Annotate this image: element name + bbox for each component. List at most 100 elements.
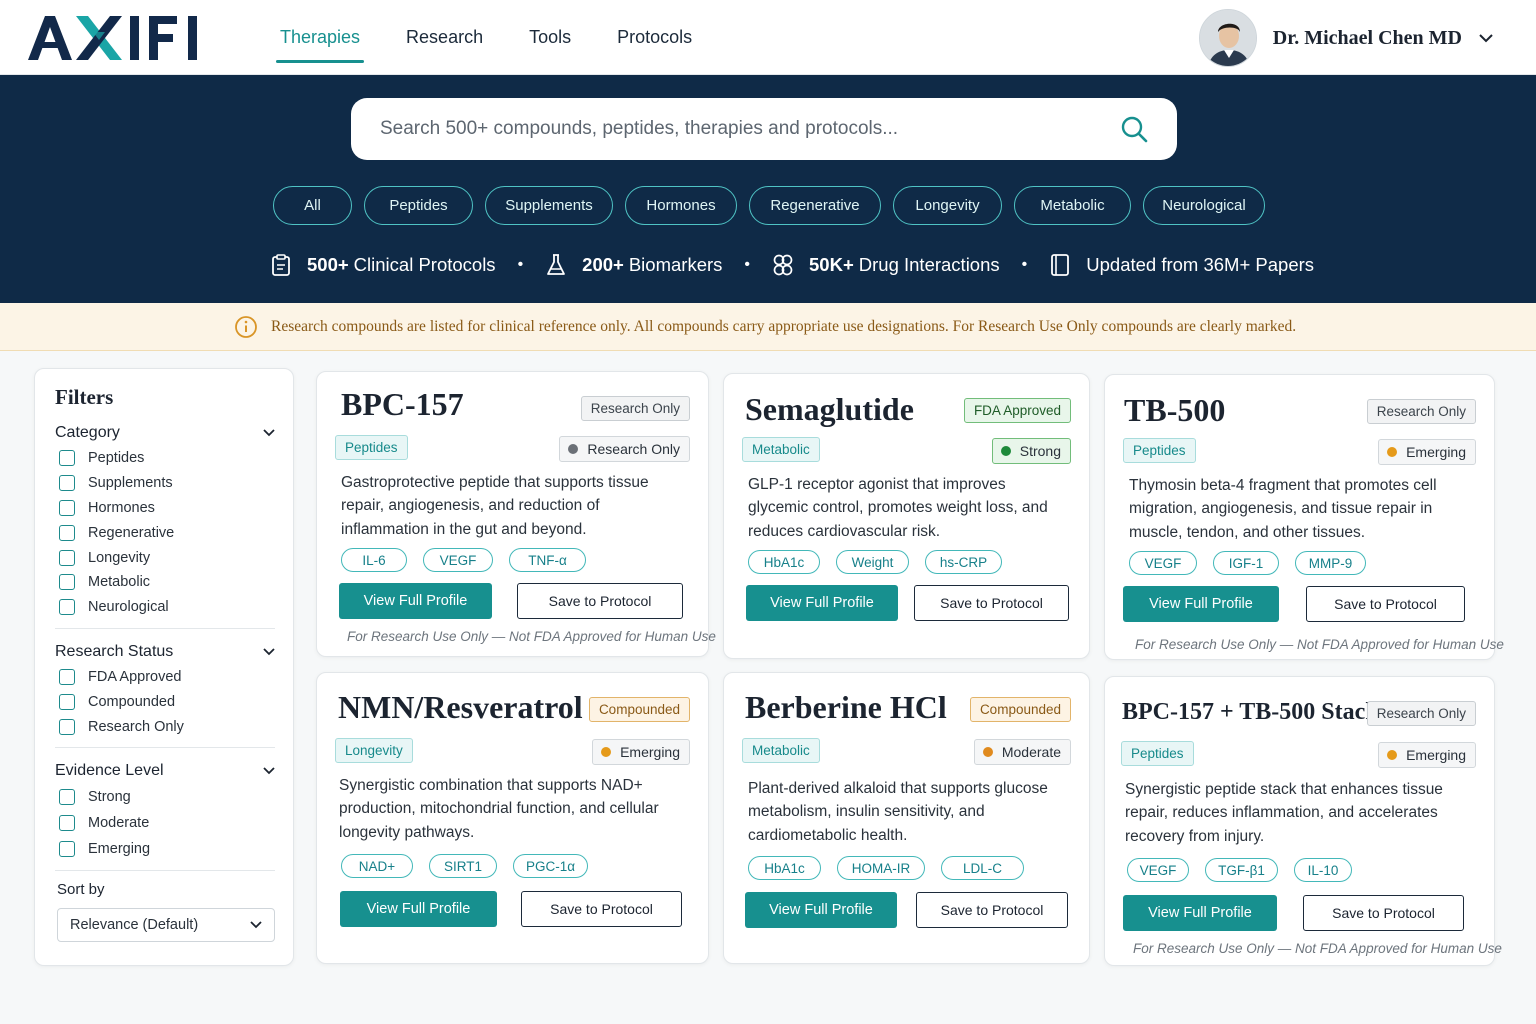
info-icon (234, 315, 258, 339)
biomarker-tag[interactable]: VEGF (423, 548, 493, 572)
chip-regenerative[interactable]: Regenerative (749, 186, 881, 225)
stat-value: 50K+ (809, 254, 854, 275)
biomarker-tag[interactable]: IL-6 (341, 548, 407, 572)
biomarker-tag[interactable]: IGF-1 (1213, 551, 1279, 575)
filter-group-category[interactable]: Category (55, 420, 275, 446)
view-full-profile-button[interactable]: View Full Profile (745, 892, 897, 928)
checkbox[interactable] (59, 549, 75, 566)
chip-peptides[interactable]: Peptides (364, 186, 473, 225)
chip-hormones[interactable]: Hormones (625, 186, 737, 225)
checkbox[interactable] (59, 668, 75, 685)
checkbox[interactable] (59, 599, 75, 616)
biomarker-tag[interactable]: HOMA-IR (837, 856, 925, 880)
sort-select[interactable]: Relevance (Default) (57, 907, 275, 942)
save-to-protocol-button[interactable]: Save to Protocol (1306, 586, 1465, 622)
stat-protocols: 500+ Clinical Protocols (270, 253, 496, 277)
book-icon (1049, 253, 1071, 277)
evidence-badge: Research Only (559, 436, 690, 462)
checkbox[interactable] (59, 693, 75, 710)
filter-option-supplements[interactable]: Supplements (55, 471, 275, 496)
checkbox[interactable] (59, 788, 75, 805)
filter-option-neurological[interactable]: Neurological (55, 595, 275, 620)
save-to-protocol-button[interactable]: Save to Protocol (1303, 895, 1464, 931)
search-input[interactable] (380, 118, 1119, 140)
view-full-profile-button[interactable]: View Full Profile (1123, 586, 1279, 622)
evidence-badge: Emerging (592, 739, 690, 765)
checkbox[interactable] (59, 814, 75, 831)
category-tag: Metabolic (742, 738, 820, 763)
compound-description: Plant-derived alkaloid that supports glu… (748, 780, 1048, 844)
filter-group-label: Research Status (55, 642, 174, 660)
biomarker-tag[interactable]: MMP-9 (1295, 551, 1366, 575)
save-to-protocol-button[interactable]: Save to Protocol (517, 583, 683, 619)
clipboard-icon (270, 253, 292, 277)
compound-description: Synergistic combination that supports NA… (339, 777, 659, 841)
checkbox[interactable] (59, 499, 75, 516)
biomarker-tag[interactable]: hs-CRP (925, 550, 1002, 574)
chip-all[interactable]: All (273, 186, 352, 225)
filter-option-compounded[interactable]: Compounded (55, 689, 275, 714)
checkbox[interactable] (59, 840, 75, 857)
biomarker-tag[interactable]: HbA1c (748, 550, 820, 574)
filters-title: Filters (55, 385, 114, 409)
separator-dot: • (517, 256, 524, 273)
biomarker-tag[interactable]: TGF-β1 (1205, 858, 1278, 882)
filter-option-label: Regenerative (88, 524, 175, 541)
save-to-protocol-button[interactable]: Save to Protocol (916, 892, 1068, 928)
nav-tab-therapies[interactable]: Therapies (268, 0, 372, 75)
nav-tab-protocols[interactable]: Protocols (605, 0, 704, 75)
biomarker-tag[interactable]: SIRT1 (429, 854, 497, 878)
chip-neurological[interactable]: Neurological (1143, 186, 1265, 225)
filter-option-longevity[interactable]: Longevity (55, 545, 275, 570)
filter-option-regenerative[interactable]: Regenerative (55, 520, 275, 545)
save-to-protocol-button[interactable]: Save to Protocol (914, 585, 1069, 621)
chevron-down-icon[interactable] (1476, 28, 1496, 48)
checkbox[interactable] (59, 450, 75, 467)
nav-tab-tools[interactable]: Tools (517, 0, 583, 75)
chip-supplements[interactable]: Supplements (485, 186, 613, 225)
chip-longevity[interactable]: Longevity (893, 186, 1002, 225)
nav-tab-research[interactable]: Research (394, 0, 495, 75)
biomarker-tag[interactable]: VEGF (1129, 551, 1197, 575)
compound-description: Gastroprotective peptide that supports t… (341, 474, 649, 538)
user-menu[interactable]: Dr. Michael Chen MD (1198, 9, 1496, 67)
biomarker-tag[interactable]: Weight (836, 550, 909, 574)
checkbox[interactable] (59, 475, 75, 492)
filter-option-metabolic[interactable]: Metabolic (55, 570, 275, 595)
filter-option-emerging[interactable]: Emerging (55, 836, 275, 862)
filter-option-fda-approved[interactable]: FDA Approved (55, 665, 275, 690)
view-full-profile-button[interactable]: View Full Profile (340, 891, 497, 927)
biomarker-tag[interactable]: LDL-C (941, 856, 1024, 880)
checkbox[interactable] (59, 718, 75, 735)
stat-biomarkers: 200+ Biomarkers (545, 253, 722, 277)
filter-option-label: Longevity (88, 549, 151, 566)
category-tag: Peptides (1121, 741, 1194, 766)
filter-option-moderate[interactable]: Moderate (55, 810, 275, 836)
biomarker-tag[interactable]: IL-10 (1294, 858, 1352, 882)
filter-option-strong[interactable]: Strong (55, 784, 275, 810)
filter-option-hormones[interactable]: Hormones (55, 496, 275, 521)
checkbox[interactable] (59, 574, 75, 591)
biomarker-tag[interactable]: VEGF (1127, 858, 1189, 882)
view-full-profile-button[interactable]: View Full Profile (1123, 895, 1277, 931)
search-bar (351, 98, 1177, 160)
filter-option-research-only[interactable]: Research Only (55, 714, 275, 739)
biomarker-tags: NAD+ SIRT1 PGC-1α (341, 854, 604, 878)
filter-group-evidence-level[interactable]: Evidence Level (55, 758, 275, 784)
checkbox[interactable] (59, 524, 75, 541)
axifi-logo[interactable] (28, 12, 204, 64)
view-full-profile-button[interactable]: View Full Profile (746, 585, 898, 621)
filter-option-label: Hormones (88, 499, 155, 516)
biomarker-tag[interactable]: NAD+ (341, 854, 413, 878)
biomarker-tag[interactable]: PGC-1α (513, 854, 588, 878)
biomarker-tag[interactable]: TNF-α (509, 548, 586, 572)
filter-group-research-status[interactable]: Research Status (55, 639, 275, 665)
evidence-label: Research Only (587, 441, 680, 457)
search-icon[interactable] (1119, 114, 1149, 144)
category-tag: Peptides (335, 435, 408, 460)
view-full-profile-button[interactable]: View Full Profile (339, 583, 492, 619)
filter-option-peptides[interactable]: Peptides (55, 446, 275, 471)
biomarker-tag[interactable]: HbA1c (748, 856, 821, 880)
chip-metabolic[interactable]: Metabolic (1014, 186, 1131, 225)
save-to-protocol-button[interactable]: Save to Protocol (521, 891, 682, 927)
